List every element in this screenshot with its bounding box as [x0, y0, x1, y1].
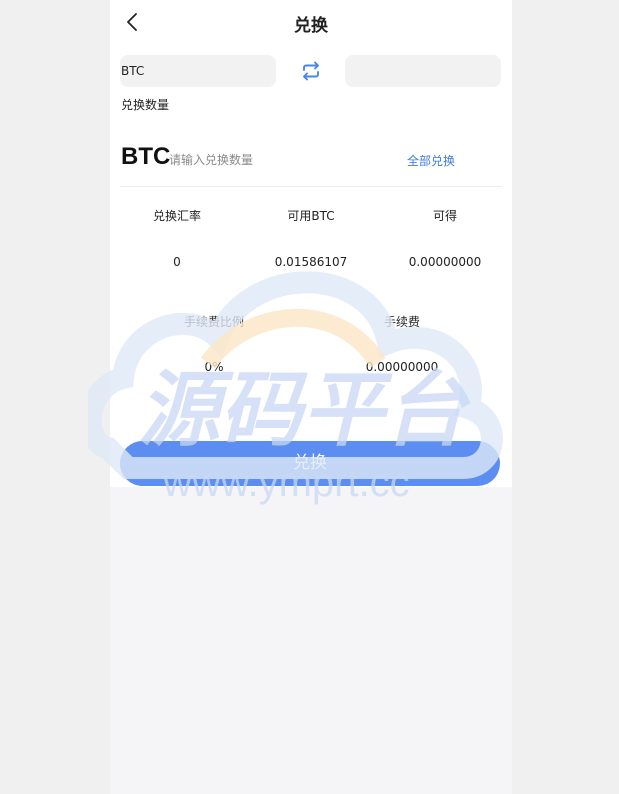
swap-icon [303, 61, 319, 81]
to-coin-select[interactable] [345, 55, 501, 87]
exchange-card: 兑换 BTC 兑换数量 BTC 全部兑换 兑换汇率 可用BTC 可得 0 0.0… [110, 0, 512, 487]
swap-button[interactable] [298, 59, 324, 83]
fee-ratio-label: 手续费比例 [183, 315, 244, 329]
page-title: 兑换 [294, 16, 328, 36]
fee-value: 0.00000000 [365, 360, 439, 374]
amount-row: BTC 全部兑换 [120, 140, 502, 187]
rate-label: 兑换汇率 [152, 209, 201, 223]
from-coin-select[interactable]: BTC [120, 55, 276, 87]
exchange-submit-button[interactable]: 兑换 [120, 441, 500, 486]
available-value: 0.01586107 [274, 255, 348, 269]
exchange-all-button[interactable]: 全部兑换 [407, 152, 455, 169]
amount-label: 兑换数量 [121, 98, 170, 112]
amount-coin-symbol: BTC [121, 143, 171, 170]
fee-ratio-value: 0% [204, 360, 224, 374]
amount-input[interactable] [169, 151, 369, 169]
rate-value: 0 [173, 255, 181, 269]
phone-screen: 兑换 BTC 兑换数量 BTC 全部兑换 兑换汇率 可用BTC 可得 0 0.0… [110, 0, 512, 794]
receivable-value: 0.00000000 [408, 255, 482, 269]
receivable-label: 可得 [432, 209, 457, 223]
available-label: 可用BTC [287, 209, 335, 223]
header: 兑换 [110, 0, 512, 44]
fee-label: 手续费 [383, 315, 420, 329]
